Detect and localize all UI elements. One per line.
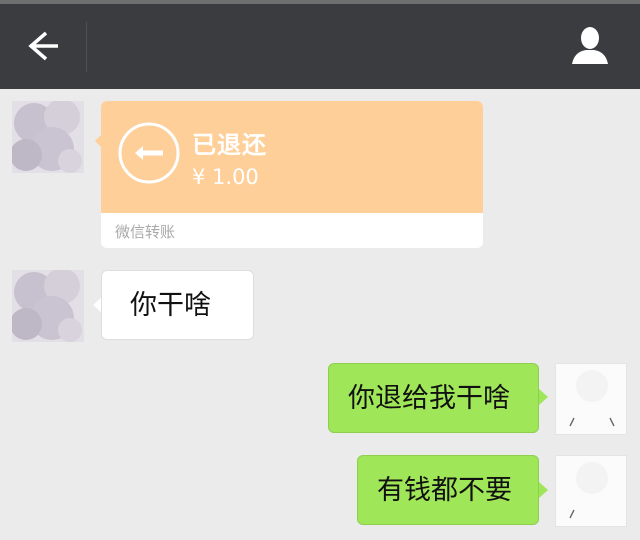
- transfer-card-header: 已退还 ¥ 1.00: [101, 101, 483, 213]
- header-divider: [86, 22, 87, 72]
- message-text: 有钱都不要: [377, 475, 512, 506]
- back-button[interactable]: [18, 26, 68, 66]
- message-bubble[interactable]: 你干啥: [101, 270, 254, 340]
- bubble-tail: [539, 389, 548, 405]
- sender-avatar[interactable]: [12, 101, 84, 173]
- blurred-avatar-image: [12, 270, 84, 342]
- blurred-avatar-image: [12, 101, 84, 173]
- my-avatar[interactable]: [555, 455, 627, 527]
- transfer-message-card[interactable]: 已退还 ¥ 1.00 微信转账: [101, 101, 483, 248]
- sketch-avatar-image: [569, 462, 608, 519]
- my-avatar[interactable]: [555, 363, 627, 435]
- chat-info-button[interactable]: [566, 24, 614, 70]
- bubble-tail: [539, 482, 548, 498]
- transfer-amount: ¥ 1.00: [192, 165, 259, 189]
- transfer-footer-label: 微信转账: [115, 223, 176, 241]
- transfer-status: 已退还: [192, 131, 267, 159]
- return-arrow-icon: [118, 122, 180, 184]
- message-text: 你干啥: [130, 290, 211, 321]
- chat-header: [0, 4, 640, 89]
- message-text: 你退给我干啥: [348, 383, 510, 414]
- sketch-avatar-image: [569, 370, 615, 427]
- person-icon: [572, 27, 608, 64]
- message-bubble[interactable]: 你退给我干啥: [328, 363, 539, 433]
- arrow-left-icon: [28, 31, 58, 61]
- message-bubble[interactable]: 有钱都不要: [357, 455, 539, 525]
- sender-avatar[interactable]: [12, 270, 84, 342]
